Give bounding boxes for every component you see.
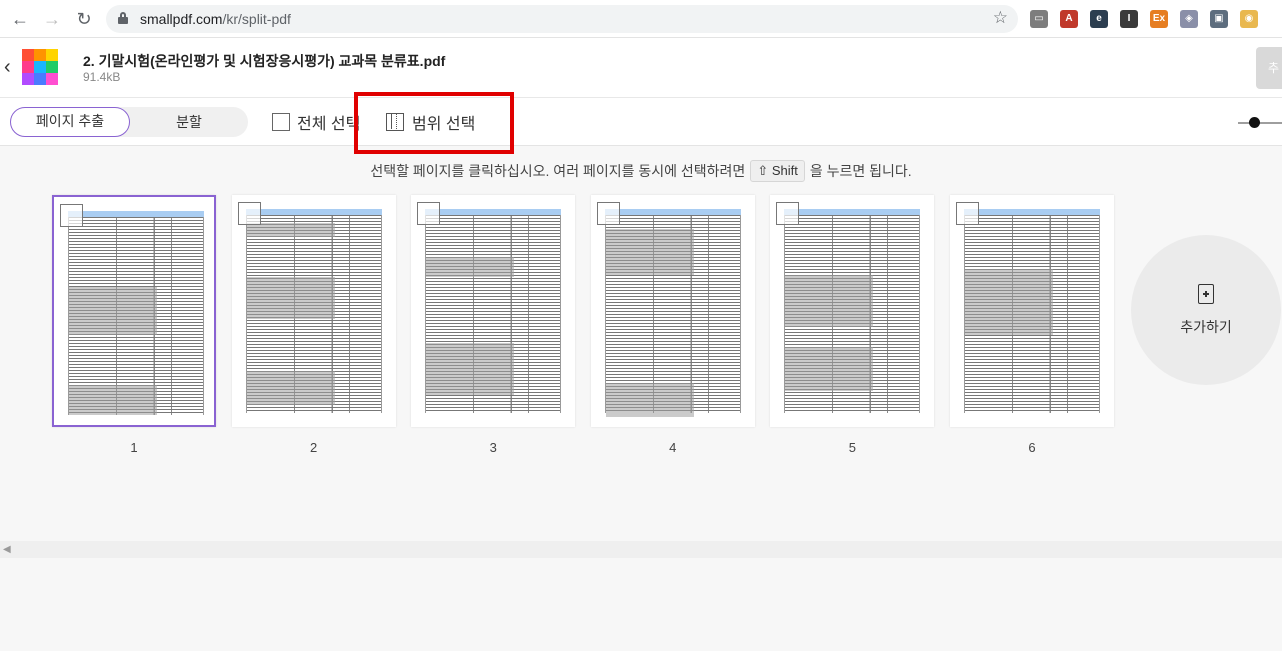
mode-toggle: 페이지 추출 분할 — [10, 107, 248, 137]
page-number: 5 — [848, 440, 856, 455]
edge-ext-icon[interactable]: e — [1090, 10, 1108, 28]
page-checkbox[interactable] — [237, 202, 261, 225]
screenshot-ext-icon[interactable]: ▣ — [1210, 10, 1228, 28]
tab-split[interactable]: 분할 — [130, 107, 248, 137]
page-preview — [245, 209, 382, 413]
ex-icon[interactable]: Ex — [1150, 10, 1168, 28]
page-preview — [604, 209, 741, 417]
page-preview — [68, 211, 204, 415]
chevron-left-icon[interactable]: ‹ — [4, 56, 18, 79]
address-bar[interactable]: smallpdf.com/kr/split-pdf ☆ — [106, 5, 1018, 33]
bookmark-star-icon[interactable]: ☆ — [993, 8, 1008, 28]
zoom-slider[interactable] — [1238, 117, 1282, 128]
zoom-track — [1238, 122, 1282, 124]
shift-key-badge: ⇧ Shift — [750, 160, 805, 182]
smallpdf-logo — [22, 49, 58, 85]
split-toolbar: 페이지 추출 분할 전체 선택 범위 선택 — [0, 98, 1282, 146]
page-thumbnail[interactable] — [770, 195, 935, 427]
add-file-icon — [1198, 284, 1214, 304]
page-checkbox[interactable] — [956, 202, 979, 225]
instruction-after: 을 누르면 됩니다. — [809, 163, 912, 179]
page-thumbnail[interactable] — [52, 195, 216, 427]
acrobat-icon[interactable]: A — [1060, 10, 1078, 28]
forward-arrow-icon[interactable]: → — [42, 9, 62, 29]
eyes-ext-icon[interactable]: ◉ — [1240, 10, 1258, 28]
page-number: 1 — [130, 440, 138, 455]
file-header: ‹ 2. 기말시험(온라인평가 및 시험장응시평가) 교과목 분류표.pdf 9… — [0, 38, 1282, 98]
page-number: 6 — [1028, 440, 1036, 455]
page-preview — [425, 209, 562, 413]
file-size: 91.4kB — [83, 70, 121, 84]
page-thumbnail[interactable] — [590, 195, 755, 427]
instruction-before: 선택할 페이지를 클릭하십시오. 여러 페이지를 동시에 선택하려면 — [370, 163, 746, 179]
page-preview — [964, 209, 1100, 413]
extensions-row: ▭ Ae I Ex ◈ ▣ ◉ — [1030, 10, 1258, 28]
file-name: 2. 기말시험(온라인평가 및 시험장응시평가) 교과목 분류표.pdf — [83, 53, 446, 69]
zoom-thumb[interactable] — [1249, 117, 1260, 128]
scroll-left-icon[interactable]: ◀ — [3, 544, 11, 555]
horizontal-scrollbar[interactable]: ◀ — [0, 541, 1282, 558]
page-thumbnail[interactable] — [411, 195, 576, 427]
page-checkbox[interactable] — [60, 204, 83, 227]
page-checkbox[interactable] — [776, 202, 800, 225]
page-checkbox[interactable] — [417, 202, 441, 225]
instruction-text: 선택할 페이지를 클릭하십시오. 여러 페이지를 동시에 선택하려면 ⇧ Shi… — [0, 160, 1282, 182]
highlight-annotation — [354, 92, 514, 154]
page-number: 4 — [669, 440, 677, 455]
page-thumbnail[interactable] — [231, 195, 396, 427]
browser-toolbar: ← → ↻ smallpdf.com/kr/split-pdf ☆ ▭ Ae I Ex… — [0, 0, 1282, 38]
instapaper-icon[interactable]: I — [1120, 10, 1138, 28]
lock-icon — [118, 12, 128, 24]
page-checkbox[interactable] — [596, 202, 620, 225]
add-file-label: 추가하기 — [1180, 319, 1232, 335]
url-text: smallpdf.com/kr/split-pdf — [140, 11, 291, 27]
select-all-label: 전체 선택 — [297, 116, 361, 133]
reload-icon[interactable]: ↻ — [74, 9, 94, 29]
select-all-control[interactable]: 전체 선택 — [272, 112, 361, 133]
page-preview — [784, 209, 921, 413]
select-all-checkbox[interactable] — [272, 113, 290, 131]
shield-ext-icon[interactable]: ◈ — [1180, 10, 1198, 28]
page-number: 2 — [309, 440, 318, 455]
tab-extract-pages[interactable]: 페이지 추출 — [10, 107, 130, 137]
page-thumbnail[interactable] — [950, 195, 1114, 427]
finish-button[interactable]: 추 — [1256, 47, 1282, 89]
add-file-button[interactable]: 추가하기 — [1131, 235, 1281, 385]
page-number: 3 — [489, 440, 497, 455]
back-arrow-icon[interactable]: ← — [10, 9, 30, 29]
cast-icon[interactable]: ▭ — [1030, 10, 1048, 28]
